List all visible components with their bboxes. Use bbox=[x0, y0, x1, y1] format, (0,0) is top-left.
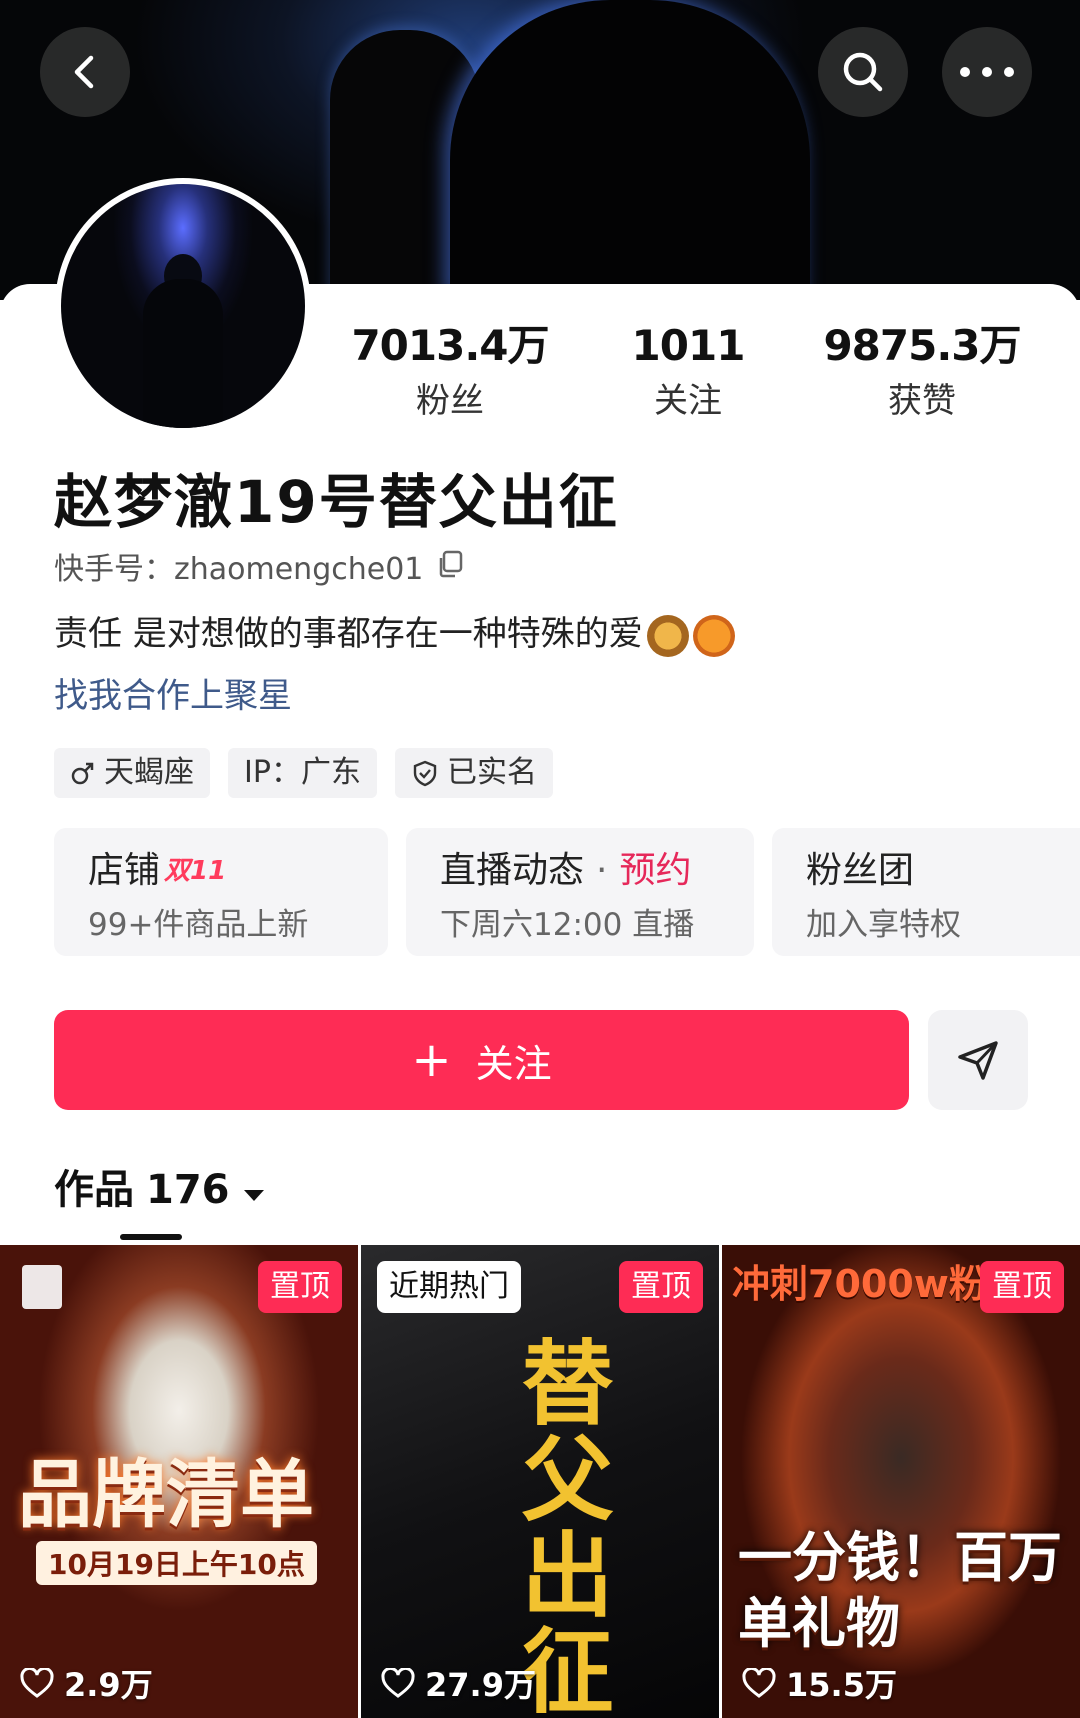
send-message-button[interactable] bbox=[928, 1010, 1028, 1110]
heart-icon bbox=[742, 1668, 776, 1698]
video-grid: 置顶 品牌清单 10月19日上午10点 2.9万 近期热门 置顶 替父出征 27… bbox=[0, 1245, 1080, 1718]
send-icon bbox=[958, 1041, 998, 1080]
feature-cards: 店铺 双11 99+件商品上新 直播动态 · 预约 下周六12:00 直播 粉丝… bbox=[54, 828, 1080, 956]
account-id-row: 快手号：zhaomengche01 bbox=[54, 548, 465, 592]
pinned-badge: 置顶 bbox=[980, 1261, 1064, 1313]
works-tab-indicator bbox=[120, 1234, 182, 1240]
stat-label: 获赞 bbox=[888, 381, 956, 421]
trending-badge: 近期热门 bbox=[377, 1261, 521, 1313]
stat-label: 关注 bbox=[654, 381, 722, 421]
tag-label: 已实名 bbox=[446, 755, 537, 790]
double-eleven-badge: 双11 bbox=[164, 856, 227, 886]
video-overlay-title: 一分钱！百万单礼物 bbox=[738, 1526, 1062, 1655]
works-count: 176 bbox=[146, 1167, 230, 1213]
profile-tags: 天蝎座 IP：广东 已实名 bbox=[54, 748, 553, 798]
fan-group-subtitle: 加入享特权 bbox=[806, 907, 961, 943]
lion-emoji-icon bbox=[646, 614, 689, 657]
male-icon bbox=[71, 762, 94, 785]
shop-title: 店铺 bbox=[88, 850, 161, 891]
profile-stats: 7013.4万 粉丝 1011 关注 9875.3万 获赞 bbox=[340, 320, 1060, 430]
video-tile[interactable]: 置顶 品牌清单 10月19日上午10点 2.9万 bbox=[0, 1245, 358, 1718]
shield-check-icon bbox=[413, 760, 437, 787]
stat-value: 7013.4万 bbox=[351, 321, 549, 370]
cooperation-link[interactable]: 找我合作上聚星 bbox=[54, 672, 292, 720]
feature-title-row: 店铺 双11 bbox=[88, 846, 354, 896]
pinned-badge: 置顶 bbox=[258, 1261, 342, 1313]
video-tile[interactable]: 近期热门 置顶 替父出征 27.9万 bbox=[361, 1245, 719, 1718]
tag-zodiac: 天蝎座 bbox=[54, 748, 210, 798]
video-overlay-subtitle: 10月19日上午10点 bbox=[36, 1541, 317, 1585]
chevron-left-icon bbox=[74, 55, 94, 89]
shop-card[interactable]: 店铺 双11 99+件商品上新 bbox=[54, 828, 388, 956]
avatar-image bbox=[61, 184, 305, 428]
heart-icon bbox=[20, 1668, 54, 1698]
video-likes: 15.5万 bbox=[742, 1660, 897, 1706]
live-card[interactable]: 直播动态 · 预约 下周六12:00 直播 bbox=[406, 828, 754, 956]
avatar-figure-body bbox=[143, 279, 223, 428]
profile-name: 赵梦澈19号替父出征 bbox=[54, 468, 619, 536]
live-subtitle: 下周六12:00 直播 bbox=[440, 907, 695, 943]
plus-icon: + bbox=[411, 1032, 452, 1088]
pinned-badge: 置顶 bbox=[619, 1261, 703, 1313]
bio-text: 责任 是对想做的事都存在一种特殊的爱 bbox=[54, 614, 643, 654]
follow-label: 关注 bbox=[475, 1041, 552, 1086]
video-tile[interactable]: 冲刺7000w粉丝 置顶 一分钱！百万单礼物 15.5万 bbox=[722, 1245, 1080, 1718]
more-dots-icon bbox=[960, 67, 1014, 77]
search-button[interactable] bbox=[818, 27, 908, 117]
search-icon bbox=[843, 52, 883, 92]
follow-button[interactable]: + 关注 bbox=[54, 1010, 909, 1110]
stat-label: 粉丝 bbox=[416, 381, 484, 421]
stat-value: 9875.3万 bbox=[823, 321, 1021, 370]
works-label: 作品 bbox=[54, 1167, 134, 1213]
video-likes: 27.9万 bbox=[381, 1660, 536, 1706]
image-post-icon bbox=[22, 1265, 62, 1309]
live-title: 直播动态 bbox=[440, 850, 585, 891]
copy-icon[interactable] bbox=[435, 548, 465, 592]
heart-icon bbox=[381, 1668, 415, 1698]
reserve-link[interactable]: 预约 bbox=[619, 846, 691, 896]
stat-value: 1011 bbox=[631, 321, 746, 370]
banner-figure-large bbox=[450, 0, 810, 300]
caret-down-icon bbox=[242, 1162, 266, 1218]
bio-row: 责任 是对想做的事都存在一种特殊的爱 bbox=[54, 610, 735, 658]
tag-ip: IP：广东 bbox=[228, 748, 377, 798]
stat-followers[interactable]: 7013.4万 粉丝 bbox=[340, 320, 560, 426]
works-tab[interactable]: 作品 176 bbox=[54, 1162, 266, 1218]
stat-likes[interactable]: 9875.3万 获赞 bbox=[812, 320, 1032, 426]
shop-subtitle: 99+件商品上新 bbox=[88, 907, 309, 943]
separator-dot: · bbox=[596, 850, 608, 891]
tag-label: 天蝎座 bbox=[104, 755, 194, 790]
video-overlay-title: 品牌清单 bbox=[18, 1452, 314, 1538]
likes-count: 2.9万 bbox=[64, 1666, 153, 1704]
fan-group-card[interactable]: 粉丝团 加入享特权 bbox=[772, 828, 1080, 956]
fan-group-title: 粉丝团 bbox=[806, 850, 915, 891]
account-id: 快手号：zhaomengche01 bbox=[54, 552, 424, 587]
tag-verified: 已实名 bbox=[394, 748, 553, 798]
likes-count: 27.9万 bbox=[425, 1666, 536, 1704]
avatar[interactable] bbox=[55, 178, 311, 434]
stat-following[interactable]: 1011 关注 bbox=[578, 320, 798, 426]
video-likes: 2.9万 bbox=[20, 1660, 153, 1706]
more-button[interactable] bbox=[942, 27, 1032, 117]
tiger-emoji-icon bbox=[692, 614, 735, 657]
tag-label: IP：广东 bbox=[244, 755, 361, 790]
back-button[interactable] bbox=[40, 27, 130, 117]
likes-count: 15.5万 bbox=[786, 1666, 897, 1704]
feature-title-row: 直播动态 · 预约 bbox=[440, 846, 720, 896]
